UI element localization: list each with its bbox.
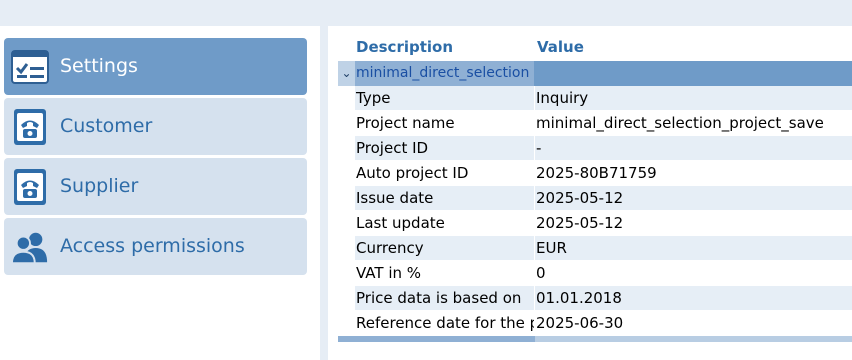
nav-label-access-permissions: Access permissions xyxy=(60,235,245,257)
settings-checklist-icon xyxy=(11,48,49,86)
table-row[interactable]: Project ID - xyxy=(338,136,852,161)
cell-description: Last update xyxy=(355,211,534,236)
table-row[interactable]: Currency EUR xyxy=(338,236,852,261)
column-header-description[interactable]: Description xyxy=(356,38,453,56)
cell-value[interactable]: 2025-80B71759 xyxy=(535,161,852,186)
nav-item-settings[interactable]: Settings xyxy=(4,38,307,95)
table-row[interactable]: Type Inquiry xyxy=(338,86,852,111)
nav-label-settings: Settings xyxy=(60,55,138,77)
cell-description: Auto project ID xyxy=(355,161,534,186)
row-gutter xyxy=(338,236,355,261)
group-value xyxy=(535,62,852,85)
row-gutter xyxy=(338,261,355,286)
cell-description: Reference date for the pr xyxy=(355,311,534,336)
cell-description: Project name xyxy=(355,111,534,136)
column-header-value[interactable]: Value xyxy=(537,38,584,56)
row-gutter xyxy=(338,161,355,186)
group-label: minimal_direct_selection xyxy=(355,61,534,86)
cell-description: VAT in % xyxy=(355,261,534,286)
cell-value[interactable]: 0 xyxy=(535,261,852,286)
properties-panel: Description Value ⌄ minimal_direct_selec… xyxy=(328,26,852,360)
row-gutter xyxy=(338,211,355,236)
table-row[interactable]: Issue date 2025-05-12 xyxy=(338,186,852,211)
table-row[interactable]: Last update 2025-05-12 xyxy=(338,211,852,236)
navigation-panel: Settings Customer Supplier Access permis… xyxy=(0,26,320,360)
table-row[interactable]: Price data is based on 01.01.2018 xyxy=(338,286,852,311)
cell-value[interactable]: 2025-05-12 xyxy=(535,186,852,211)
row-gutter xyxy=(338,111,355,136)
nav-label-customer: Customer xyxy=(60,115,153,137)
cell-description: Project ID xyxy=(355,136,534,161)
cell-value[interactable]: 01.01.2018 xyxy=(535,286,852,311)
grid-footer xyxy=(338,336,852,344)
top-bar xyxy=(0,0,852,17)
phone-book-icon xyxy=(11,108,49,146)
cell-description: Type xyxy=(355,86,534,111)
table-row[interactable]: Auto project ID 2025-80B71759 xyxy=(338,161,852,186)
nav-item-customer[interactable]: Customer xyxy=(4,98,307,155)
footer-value-bar xyxy=(535,336,852,342)
nav-label-supplier: Supplier xyxy=(60,175,139,197)
row-gutter xyxy=(338,86,355,111)
cell-value[interactable]: EUR xyxy=(535,236,852,261)
grid-header: Description Value xyxy=(338,36,852,61)
chevron-down-icon[interactable]: ⌄ xyxy=(338,61,355,86)
cell-description: Price data is based on xyxy=(355,286,534,311)
cell-description: Currency xyxy=(355,236,534,261)
group-row[interactable]: ⌄ minimal_direct_selection xyxy=(338,61,852,86)
cell-value[interactable]: Inquiry xyxy=(535,86,852,111)
row-gutter xyxy=(338,136,355,161)
cell-description: Issue date xyxy=(355,186,534,211)
cell-value[interactable]: 2025-05-12 xyxy=(535,211,852,236)
table-row[interactable]: Reference date for the pr 2025-06-30 xyxy=(338,311,852,336)
row-gutter xyxy=(338,186,355,211)
table-row[interactable]: Project name minimal_direct_selection_pro… xyxy=(338,111,852,136)
nav-item-supplier[interactable]: Supplier xyxy=(4,158,307,215)
property-grid: Description Value ⌄ minimal_direct_selec… xyxy=(338,36,852,344)
row-gutter xyxy=(338,286,355,311)
footer-description-bar xyxy=(338,336,535,342)
nav-item-access-permissions[interactable]: Access permissions xyxy=(4,218,307,275)
grid-rows: Type Inquiry Project name minimal_direct_se… xyxy=(338,86,852,336)
phone-book-icon xyxy=(11,168,49,206)
users-icon xyxy=(11,228,49,266)
cell-value[interactable]: 2025-06-30 xyxy=(535,311,852,336)
table-row[interactable]: VAT in % 0 xyxy=(338,261,852,286)
cell-value[interactable]: - xyxy=(535,136,852,161)
row-gutter xyxy=(338,311,355,336)
cell-value[interactable]: minimal_direct_selection_project_save xyxy=(535,111,852,136)
